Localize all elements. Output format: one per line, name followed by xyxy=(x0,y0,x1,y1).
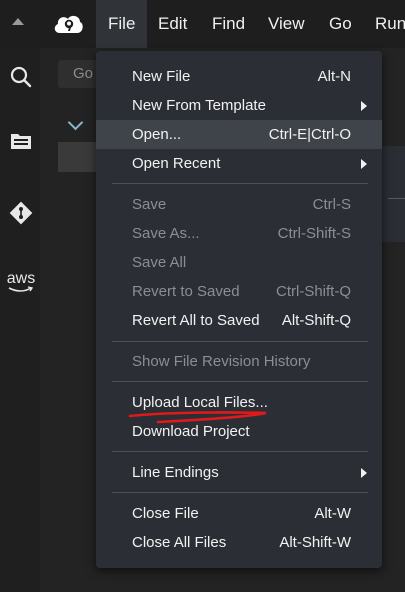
menu-item-label: Save All xyxy=(132,254,187,271)
submenu-arrow-icon xyxy=(361,159,367,169)
menu-item-shortcut: Alt-N xyxy=(317,68,351,85)
menu-item-shortcut: Alt-Shift-W xyxy=(279,534,351,551)
menu-item-shortcut: Ctrl-Shift-Q xyxy=(276,283,351,300)
submenu-divider xyxy=(388,198,405,199)
menu-item-shortcut: Alt-Shift-Q xyxy=(281,312,351,329)
menu-item-open-recent[interactable]: Open Recent xyxy=(96,149,382,178)
menu-separator xyxy=(112,492,368,493)
menu-item-label: Close All Files xyxy=(132,534,227,551)
menu-separator xyxy=(112,183,368,184)
menu-item-shortcut: Alt-W xyxy=(314,505,351,522)
menu-item-open[interactable]: Open... Ctrl-E|Ctrl-O xyxy=(96,120,382,149)
collapse-up-icon[interactable] xyxy=(12,18,24,25)
menu-item-new-from-template[interactable]: New From Template xyxy=(96,91,382,120)
menu-item-save-as[interactable]: Save As... Ctrl-Shift-S xyxy=(96,219,382,248)
folder-icon[interactable] xyxy=(8,128,34,154)
menu-item-label: Save xyxy=(132,196,167,213)
menu-item-line-endings[interactable]: Line Endings xyxy=(96,458,382,487)
menu-item-label: Open Recent xyxy=(132,155,221,172)
menu-item-label: New From Template xyxy=(132,97,266,114)
menu-item-label: Save As... xyxy=(132,225,200,242)
menu-edit[interactable]: Edit xyxy=(146,0,199,48)
submenu-arrow-icon xyxy=(361,468,367,478)
menu-item-close-all-files[interactable]: Close All Files Alt-Shift-W xyxy=(96,528,382,557)
menu-item-shortcut: Ctrl-Shift-S xyxy=(277,225,351,242)
menu-separator xyxy=(112,381,368,382)
menu-item-label: New File xyxy=(132,68,191,85)
menu-item-show-file-revision-history[interactable]: Show File Revision History xyxy=(96,347,382,376)
cloud9-logo-icon[interactable] xyxy=(52,11,84,37)
aws-icon[interactable]: aws xyxy=(4,270,38,298)
menu-item-save-all[interactable]: Save All xyxy=(96,248,382,277)
menu-item-label: Revert to Saved xyxy=(132,283,240,300)
menu-go[interactable]: Go xyxy=(317,0,364,48)
left-sidebar: aws xyxy=(0,48,40,592)
menu-item-new-file[interactable]: New File Alt-N xyxy=(96,62,382,91)
menu-item-save[interactable]: Save Ctrl-S xyxy=(96,190,382,219)
search-icon[interactable] xyxy=(8,64,34,90)
menu-find[interactable]: Find xyxy=(200,0,257,48)
menu-run[interactable]: Run xyxy=(363,0,405,48)
git-icon[interactable] xyxy=(8,200,34,226)
menu-item-close-file[interactable]: Close File Alt-W xyxy=(96,499,382,528)
file-menu-dropdown: New File Alt-N New From Template Open...… xyxy=(96,51,382,568)
menu-item-shortcut: Ctrl-S xyxy=(312,196,351,213)
red-underline-annotation xyxy=(128,411,267,424)
menu-view[interactable]: View xyxy=(256,0,317,48)
submenu-peek xyxy=(380,146,405,242)
menu-bar: File Edit Find View Go Run xyxy=(0,0,405,48)
menu-separator xyxy=(112,341,368,342)
menu-separator xyxy=(112,451,368,452)
menu-item-label: Revert All to Saved xyxy=(132,312,260,329)
menu-item-label: Line Endings xyxy=(132,464,219,481)
menu-item-revert-all-to-saved[interactable]: Revert All to Saved Alt-Shift-Q xyxy=(96,306,382,335)
menu-item-label: Open... xyxy=(132,126,182,143)
menu-item-shortcut: Ctrl-E|Ctrl-O xyxy=(268,126,351,143)
menu-item-label: Close File xyxy=(132,505,199,522)
menu-item-revert-to-saved[interactable]: Revert to Saved Ctrl-Shift-Q xyxy=(96,277,382,306)
chevron-down-icon[interactable] xyxy=(67,114,84,131)
menu-file[interactable]: File xyxy=(96,0,148,48)
submenu-arrow-icon xyxy=(361,101,367,111)
menu-item-label: Show File Revision History xyxy=(132,353,311,370)
